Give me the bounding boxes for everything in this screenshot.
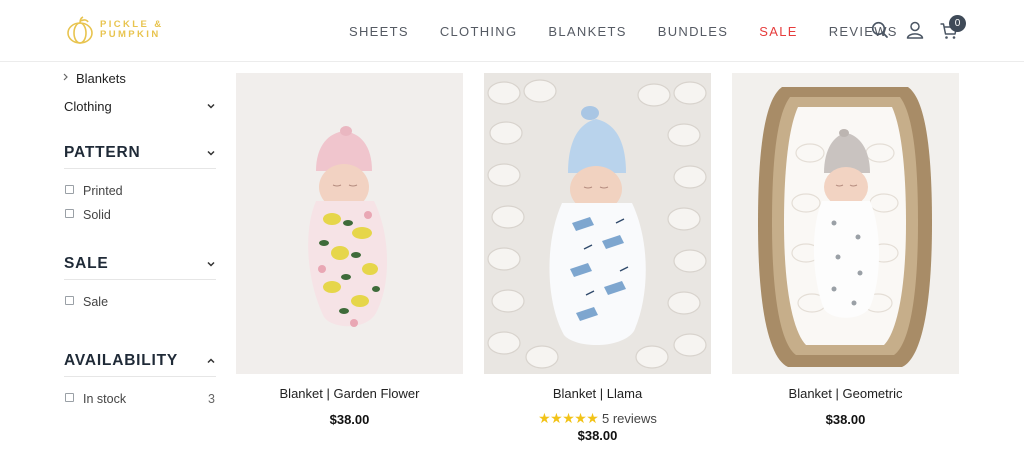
nav-bundles[interactable]: BUNDLES xyxy=(658,24,729,39)
filter-sale-header[interactable]: SALE xyxy=(64,255,216,275)
checkbox[interactable] xyxy=(65,393,74,402)
category-label: Clothing xyxy=(64,99,112,114)
filter-option-sale[interactable]: Sale xyxy=(64,295,216,311)
chevron-right-icon xyxy=(63,73,68,81)
cart-count-badge: 0 xyxy=(949,15,966,32)
checkbox[interactable] xyxy=(65,296,74,305)
brand-wordmark: PICKLE & PUMPKIN xyxy=(100,20,164,40)
filter-option-solid[interactable]: Solid xyxy=(64,208,216,224)
chevron-down-icon[interactable] xyxy=(206,101,216,111)
chevron-down-icon[interactable] xyxy=(206,148,216,158)
product-title[interactable]: Blanket | Geometric xyxy=(732,386,959,401)
category-clothing[interactable]: Clothing xyxy=(64,96,216,116)
chevron-up-icon[interactable] xyxy=(206,356,216,366)
checkbox[interactable] xyxy=(65,185,74,194)
filter-availability-header[interactable]: AVAILABILITY xyxy=(64,352,216,372)
brand-logo[interactable]: PICKLE & PUMPKIN xyxy=(64,13,164,47)
product-price: $38.00 xyxy=(577,428,618,443)
swaddled-baby-basket-image xyxy=(732,73,959,374)
search-icon[interactable] xyxy=(870,20,890,40)
product-title[interactable]: Blanket | Llama xyxy=(484,386,711,401)
nav-clothing[interactable]: CLOTHING xyxy=(440,24,518,39)
filter-section-title: PATTERN xyxy=(64,144,141,161)
filter-option-label: Sale xyxy=(83,295,109,309)
filter-option-in-stock[interactable]: In stock 3 xyxy=(64,392,216,408)
brand-line-2: PUMPKIN xyxy=(100,29,161,40)
main-nav: SHEETS CLOTHING BLANKETS BUNDLES SALE RE… xyxy=(349,24,898,39)
filter-pattern-header[interactable]: PATTERN xyxy=(64,144,216,164)
product-image[interactable] xyxy=(732,73,959,374)
divider xyxy=(64,168,216,169)
filter-option-label: Solid xyxy=(83,208,111,222)
filter-section-title: AVAILABILITY xyxy=(64,352,179,369)
filter-section-title: SALE xyxy=(64,255,109,272)
site-header: PICKLE & PUMPKIN SHEETS CLOTHING BLANKET… xyxy=(0,0,1024,62)
product-price: $38.00 xyxy=(825,412,866,427)
product-title[interactable]: Blanket | Garden Flower xyxy=(236,386,463,401)
chevron-down-icon[interactable] xyxy=(206,259,216,269)
filter-option-label: Printed xyxy=(83,184,123,198)
nav-sheets[interactable]: SHEETS xyxy=(349,24,409,39)
swaddled-baby-llama-image xyxy=(484,73,711,374)
divider xyxy=(64,279,216,280)
nav-blankets[interactable]: BLANKETS xyxy=(548,24,626,39)
category-blankets[interactable]: Blankets xyxy=(63,68,216,88)
product-image[interactable] xyxy=(236,73,463,374)
account-icon[interactable] xyxy=(905,20,925,40)
star-rating-icon: ★★★★★ xyxy=(538,410,599,426)
product-rating[interactable]: ★★★★★ 5 reviews xyxy=(484,410,711,427)
filter-option-count: 3 xyxy=(208,392,215,406)
filter-option-printed[interactable]: Printed xyxy=(64,184,216,200)
product-price: $38.00 xyxy=(329,412,370,427)
filter-option-label: In stock xyxy=(83,392,127,406)
nav-sale[interactable]: SALE xyxy=(759,24,797,39)
checkbox[interactable] xyxy=(65,209,74,218)
divider xyxy=(64,376,216,377)
pumpkin-logo-icon xyxy=(67,16,93,44)
product-image[interactable] xyxy=(484,73,711,374)
category-label: Blankets xyxy=(76,71,126,86)
swaddled-baby-floral-image xyxy=(236,73,463,374)
review-count: 5 reviews xyxy=(601,411,657,426)
